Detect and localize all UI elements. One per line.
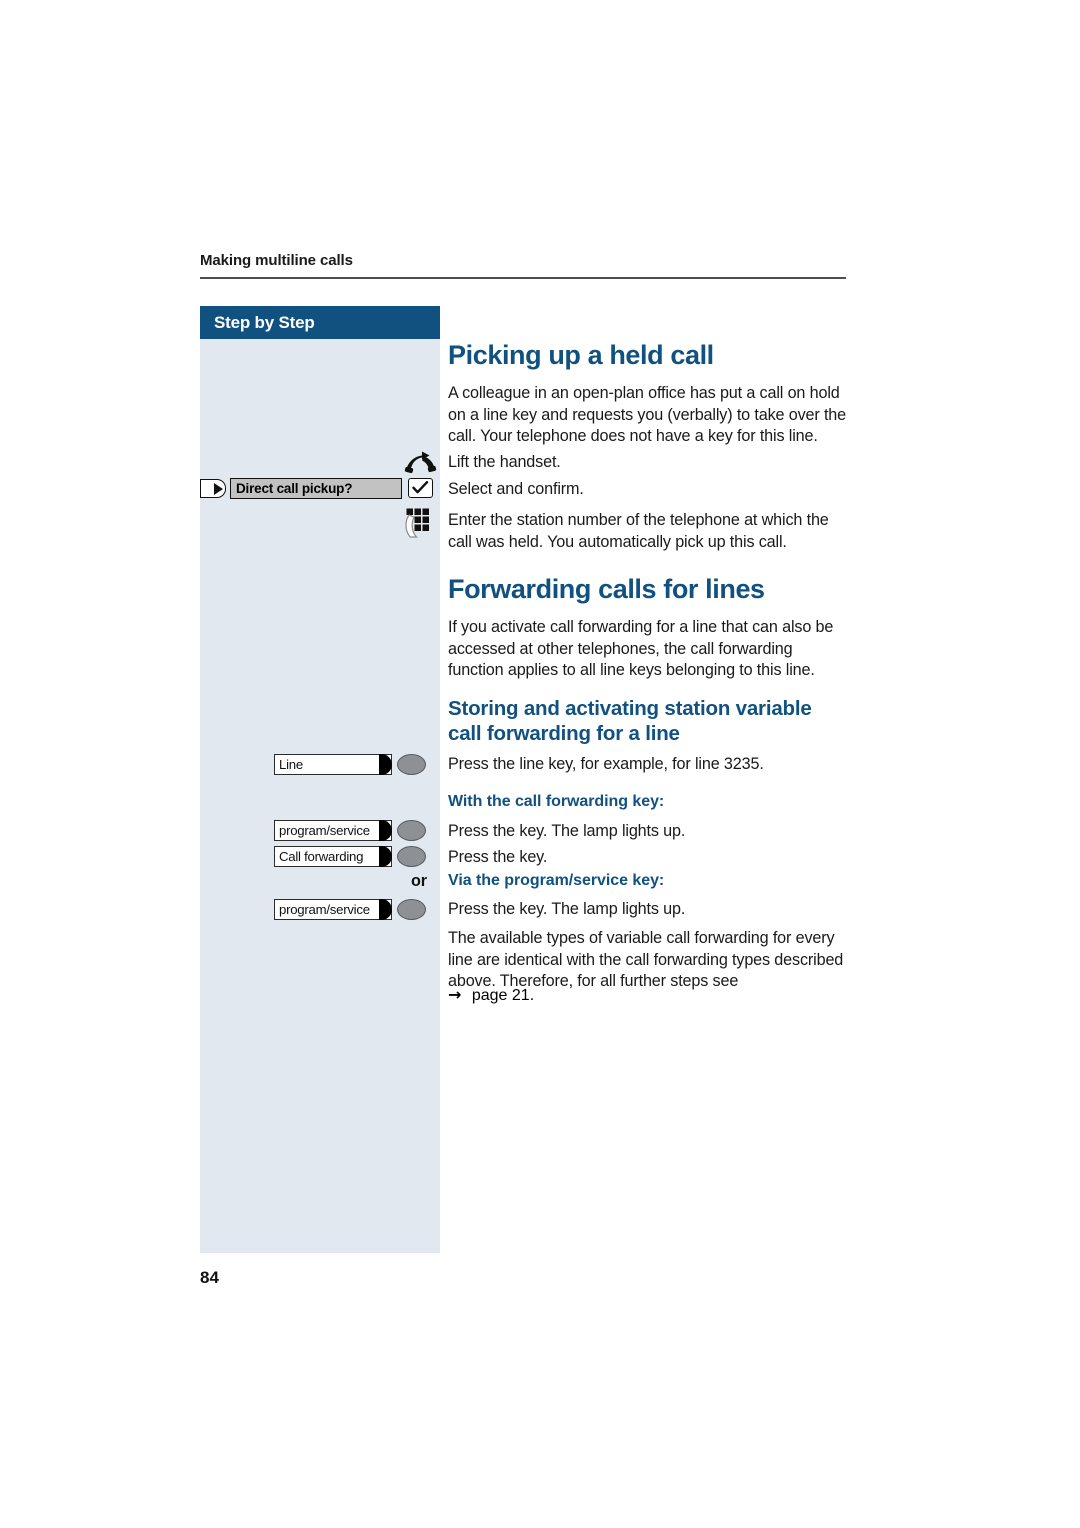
key-cap-program-service-2[interactable]: [397, 899, 426, 920]
programmable-key-call-forwarding[interactable]: Call forwarding: [274, 845, 426, 867]
key-label-program-service-1: program/service: [274, 819, 393, 841]
step-text-press-key: Press the key.: [448, 848, 548, 866]
paragraph-picking-up-intro: A colleague in an open-plan office has p…: [448, 384, 847, 446]
step-text-press-key-lamp-2: Press the key. The lamp lights up.: [448, 900, 686, 918]
sidebar-title-bar: Step by Step: [200, 306, 440, 339]
paragraph-closing: The available types of variable call for…: [448, 929, 844, 991]
paragraph-forwarding-intro: If you activate call forwarding for a li…: [448, 618, 834, 680]
key-label-tab: [379, 898, 393, 920]
step-by-step-sidebar: [200, 306, 440, 1253]
heading-storing-line2: call forwarding for a line: [448, 722, 680, 745]
right-arrow-icon: →: [448, 985, 462, 1004]
key-label-tab: [379, 845, 393, 867]
programmable-key-line[interactable]: Line: [274, 753, 426, 775]
subheading-via-program-service-key: Via the program/service key:: [448, 872, 665, 889]
programmable-key-program-service-1[interactable]: program/service: [274, 819, 426, 841]
step-text-enter-station-number: Enter the station number of the telephon…: [448, 511, 829, 551]
page-number: 84: [200, 1268, 219, 1287]
display-line-direct-call-pickup: Direct call pickup?: [230, 478, 402, 499]
heading-forwarding-calls-for-lines: Forwarding calls for lines: [448, 574, 765, 604]
document-page: Making multiline calls Step by Step Pick…: [0, 0, 1080, 1528]
key-label-program-service-2: program/service: [274, 898, 393, 920]
step-text-press-key-lamp-1: Press the key. The lamp lights up.: [448, 822, 686, 840]
checkmark-key-icon[interactable]: [408, 478, 433, 498]
programmable-key-program-service-2[interactable]: program/service: [274, 898, 426, 920]
key-label-call-forwarding: Call forwarding: [274, 845, 393, 867]
cross-reference[interactable]: → page 21.: [448, 985, 846, 1005]
key-label-line: Line: [274, 753, 393, 775]
step-text-select-and-confirm: Select and confirm.: [448, 480, 584, 498]
header-rule: [200, 277, 846, 279]
subheading-with-call-forwarding-key: With the call forwarding key:: [448, 793, 665, 810]
nav-right-key-icon[interactable]: [200, 479, 226, 498]
key-cap-call-forwarding[interactable]: [397, 846, 426, 867]
cross-reference-label[interactable]: page 21.: [472, 987, 534, 1004]
or-label: or: [411, 872, 427, 890]
running-header-title: Making multiline calls: [200, 252, 353, 269]
handset-lift-icon: [404, 450, 438, 479]
step-text-press-line-key: Press the line key, for example, for lin…: [448, 755, 764, 773]
key-label-tab: [379, 753, 393, 775]
step-text-lift-handset: Lift the handset.: [448, 453, 561, 471]
key-cap-line[interactable]: [397, 754, 426, 775]
key-label-tab: [379, 819, 393, 841]
keypad-icon: [405, 508, 435, 543]
heading-picking-up-a-held-call: Picking up a held call: [448, 340, 714, 370]
key-cap-program-service-1[interactable]: [397, 820, 426, 841]
heading-storing-line1: Storing and activating station variable: [448, 697, 812, 720]
